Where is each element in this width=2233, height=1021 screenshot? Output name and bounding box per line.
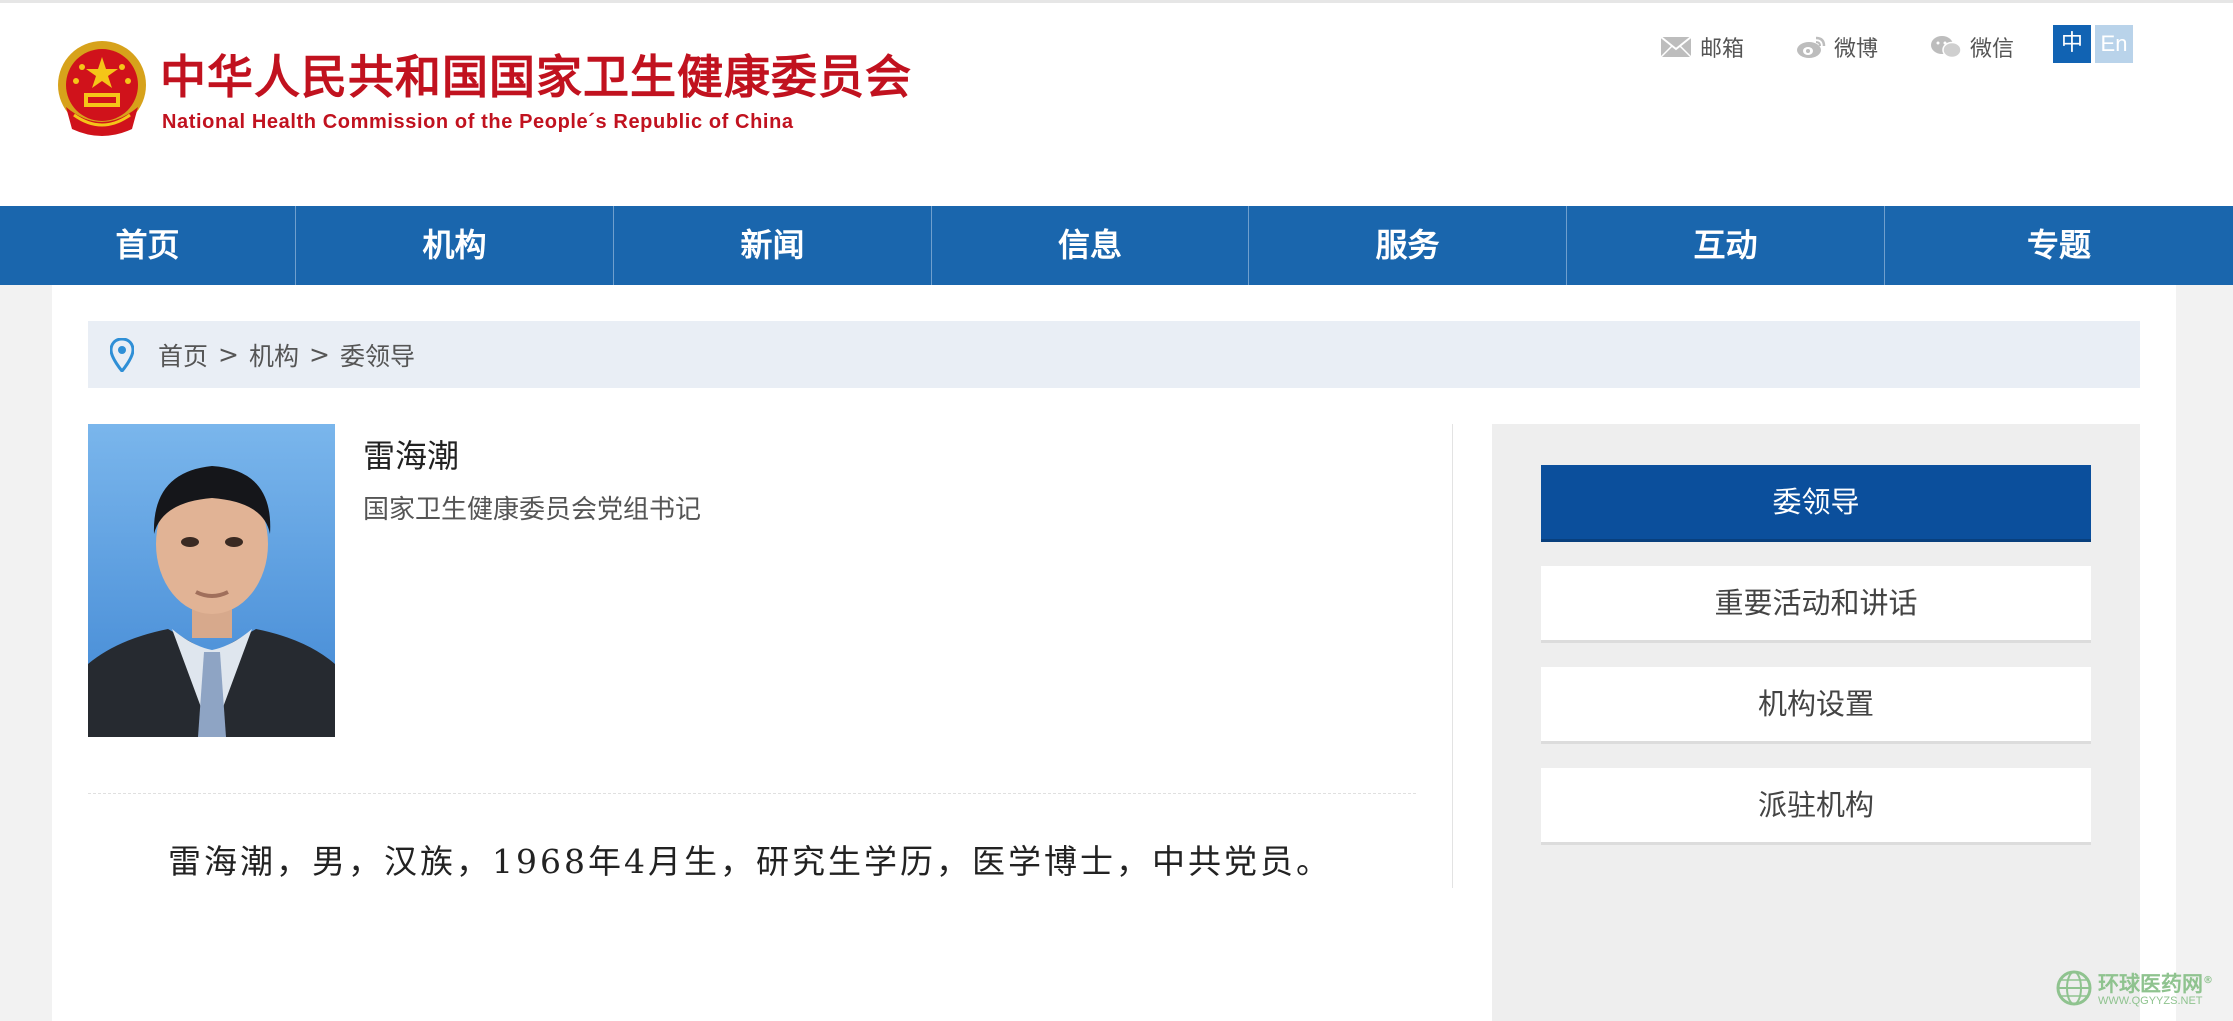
sidebar-item-leaders[interactable]: 委领导 [1541,465,2091,542]
globe-logo-icon [2056,970,2092,1006]
weibo-icon [1797,36,1826,58]
location-pin-icon [110,337,134,372]
sidebar: 委领导 重要活动和讲话 机构设置 派驻机构 [1492,424,2140,1021]
column-divider [1452,424,1453,888]
watermark-cn: 环球医药网® [2098,971,2213,996]
lang-zh-button[interactable]: 中 [2053,25,2091,63]
language-switch: 中 En [2053,25,2137,63]
breadcrumb: 首页 > 机构 > 委领导 [88,321,2140,388]
wechat-link[interactable]: 微信 [1930,31,2014,63]
sidebar-item-structure[interactable]: 机构设置 [1541,667,2091,744]
portrait-photo [88,424,335,737]
site-title-cn[interactable]: 中华人民共和国国家卫生健康委员会 [160,41,912,107]
nav-item-topics[interactable]: 专题 [1885,206,2233,285]
breadcrumb-current[interactable]: 委领导 [340,337,415,373]
wechat-icon [1931,36,1962,59]
sidebar-item-stationed[interactable]: 派驻机构 [1541,768,2091,845]
content-panel: 首页 > 机构 > 委领导 雷海潮 国家卫生健康委员会党组书记 雷海潮，男，汉族… [52,285,2176,1021]
watermark: 环球医药网® WWW.QGYYZS.NET [2056,966,2213,1010]
nav-item-news[interactable]: 新闻 [614,206,932,285]
mail-link-label: 邮箱 [1700,37,1745,62]
nav-item-services[interactable]: 服务 [1249,206,1567,285]
breadcrumb-institutions[interactable]: 机构 [249,337,299,373]
site-header: 中华人民共和国国家卫生健康委员会 National Health Commiss… [0,0,2233,206]
nav-item-information[interactable]: 信息 [932,206,1249,285]
top-links: 邮箱 微博 微信 [1660,29,2066,65]
divider [88,793,1416,794]
breadcrumb-separator: > [218,340,239,369]
sidebar-item-activities[interactable]: 重要活动和讲话 [1541,566,2091,643]
person-title: 国家卫生健康委员会党组书记 [363,495,702,525]
site-title-en[interactable]: National Health Commission of the People… [162,111,794,134]
wechat-link-label: 微信 [1970,37,2015,62]
lang-en-button[interactable]: En [2095,25,2133,63]
person-name: 雷海潮 [363,437,460,475]
mail-icon [1660,36,1692,58]
watermark-text: 环球医药网® WWW.QGYYZS.NET [2098,970,2213,1007]
national-emblem-icon[interactable] [52,37,152,147]
nav-item-institutions[interactable]: 机构 [296,206,614,285]
nav-item-home[interactable]: 首页 [0,206,296,285]
nav-item-interaction[interactable]: 互动 [1567,206,1885,285]
breadcrumb-home[interactable]: 首页 [158,337,208,373]
main-nav: 首页 机构 新闻 信息 服务 互动 专题 [0,206,2233,285]
weibo-link[interactable]: 微博 [1796,31,1878,63]
breadcrumb-separator: > [308,340,330,369]
mail-link[interactable]: 邮箱 [1660,31,1744,63]
person-bio: 雷海潮，男，汉族，1968年4月生，研究生学历，医学博士，中共党员。 [168,842,1332,881]
weibo-link-label: 微博 [1834,37,1879,62]
watermark-en: WWW.QGYYZS.NET [2098,994,2203,1007]
